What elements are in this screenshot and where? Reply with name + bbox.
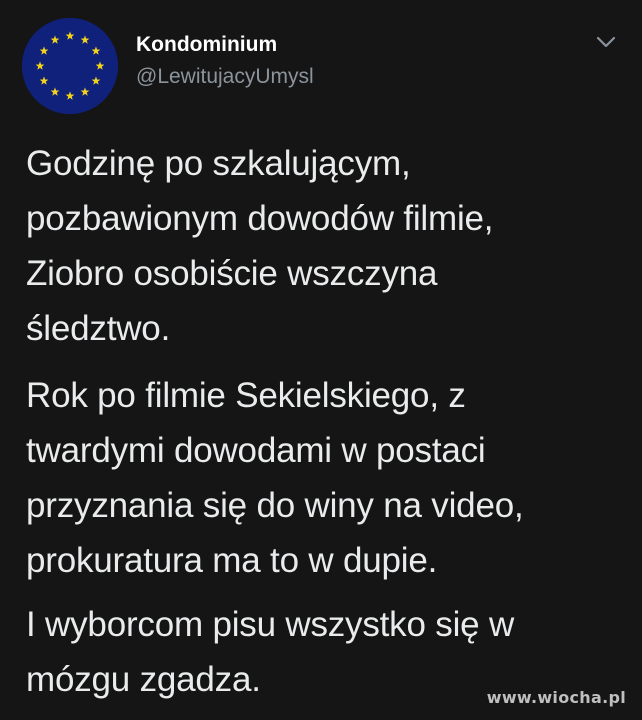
tweet-card: Kondominium @LewitujacyUmysl Godzinę po … [0, 0, 642, 720]
tweet-paragraph: Godzinę po szkalującym, pozbawionym dowo… [26, 144, 494, 348]
eu-flag-avatar-icon [22, 18, 118, 114]
tweet-header: Kondominium @LewitujacyUmysl [22, 18, 622, 114]
author-handle[interactable]: @LewitujacyUmysl [136, 64, 314, 90]
chevron-down-icon[interactable] [594, 30, 618, 54]
avatar[interactable] [22, 18, 118, 114]
watermark: www.wiocha.pl [486, 688, 626, 707]
tweet-paragraph: Rok po filmie Sekielskiego, z twardymi d… [26, 376, 524, 580]
tweet-body: Godzinę po szkalującym, pozbawionym dowo… [26, 136, 624, 707]
author-block[interactable]: Kondominium @LewitujacyUmysl [136, 32, 314, 90]
author-name[interactable]: Kondominium [136, 32, 314, 58]
